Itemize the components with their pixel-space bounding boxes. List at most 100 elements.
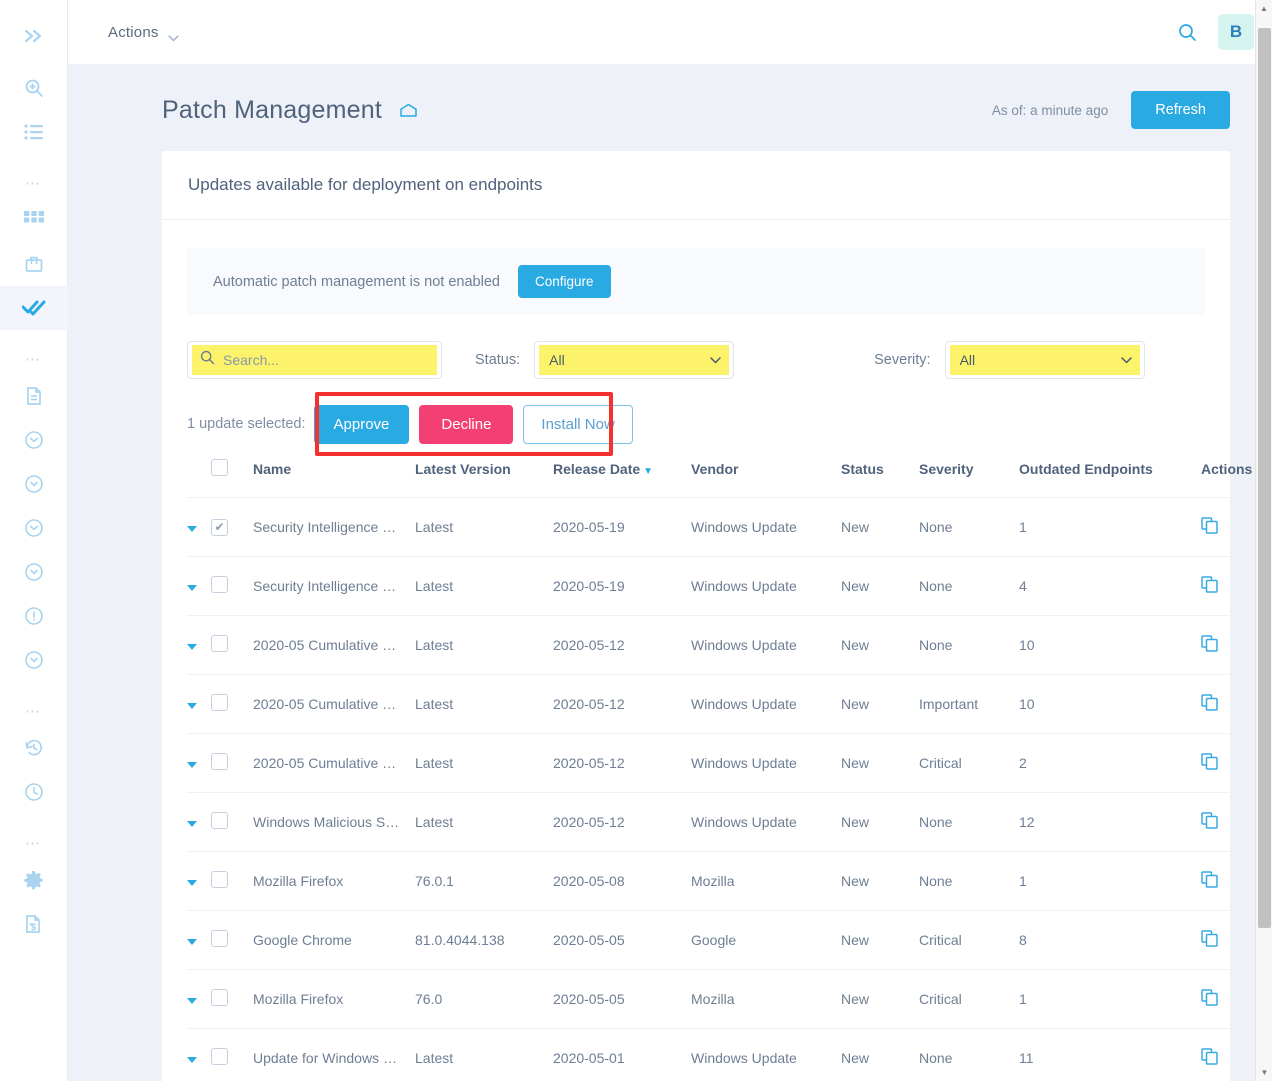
copy-icon[interactable]	[1201, 1048, 1218, 1065]
page-title: Patch Management	[162, 95, 382, 124]
sidebar-item-settings[interactable]	[0, 858, 68, 902]
cell-severity: None	[919, 556, 1019, 616]
row-select-cell[interactable]	[211, 497, 253, 557]
scrollbar-up-arrow[interactable]: ▲	[1256, 0, 1272, 17]
row-checkbox[interactable]	[211, 812, 228, 829]
sidebar-item-history[interactable]	[0, 726, 68, 770]
install-now-button[interactable]: Install Now	[523, 404, 633, 444]
configure-button[interactable]: Configure	[517, 265, 611, 298]
search-icon[interactable]	[1170, 15, 1204, 49]
sidebar-item-billing[interactable]	[0, 902, 68, 946]
sidebar-item-5[interactable]	[0, 638, 68, 682]
row-checkbox[interactable]	[211, 930, 228, 947]
sidebar-item-2[interactable]	[0, 462, 68, 506]
copy-icon[interactable]	[1201, 635, 1218, 652]
copy-icon[interactable]	[1201, 753, 1218, 770]
row-checkbox[interactable]	[211, 871, 228, 888]
sidebar-item-3[interactable]	[0, 506, 68, 550]
caret-down-icon	[187, 821, 197, 827]
cell-status: New	[841, 556, 919, 616]
row-checkbox[interactable]	[211, 753, 228, 770]
sidebar-item-reports[interactable]	[0, 374, 68, 418]
sidebar-item-scheduled[interactable]	[0, 770, 68, 814]
sidebar-item-list[interactable]	[0, 110, 68, 154]
row-select-cell[interactable]	[211, 792, 253, 852]
sidebar-item-expand-collapse[interactable]	[0, 14, 68, 58]
row-expand-toggle[interactable]	[187, 615, 211, 675]
header-version[interactable]: Latest Version	[415, 459, 553, 498]
select-all-checkbox[interactable]	[211, 459, 228, 476]
sidebar-item-1[interactable]	[0, 418, 68, 462]
row-checkbox[interactable]	[211, 1048, 228, 1065]
avatar[interactable]: B	[1218, 14, 1254, 50]
approve-button[interactable]: Approve	[313, 404, 410, 444]
row-expand-toggle[interactable]	[187, 792, 211, 852]
sidebar-separator-4: ⋯	[25, 834, 42, 852]
header-outdated-endpoints[interactable]: Outdated Endpoints	[1019, 459, 1201, 498]
sidebar-item-assets[interactable]	[0, 242, 68, 286]
row-expand-toggle[interactable]	[187, 851, 211, 911]
row-select-cell[interactable]	[211, 910, 253, 970]
header-select-all[interactable]	[211, 459, 253, 498]
header-status[interactable]: Status	[841, 459, 919, 498]
circle-arrow-icon-5	[24, 650, 44, 670]
header-vendor[interactable]: Vendor	[691, 459, 841, 498]
row-expand-toggle[interactable]	[187, 556, 211, 616]
row-checkbox[interactable]	[211, 518, 228, 536]
copy-icon[interactable]	[1201, 694, 1218, 711]
table-row: Security Intelligence …Latest2020-05-19W…	[187, 556, 1272, 616]
sidebar-item-search[interactable]	[0, 66, 68, 110]
severity-select[interactable]: All	[949, 345, 1140, 375]
caret-down-icon	[187, 585, 197, 591]
cell-outdated-endpoints: 1	[1019, 497, 1201, 557]
copy-icon[interactable]	[1201, 812, 1218, 829]
row-expand-toggle[interactable]	[187, 1028, 211, 1081]
search-input[interactable]	[223, 352, 429, 368]
copy-icon[interactable]	[1201, 989, 1218, 1006]
row-expand-toggle[interactable]	[187, 969, 211, 1029]
row-select-cell[interactable]	[211, 733, 253, 793]
row-expand-toggle[interactable]	[187, 733, 211, 793]
row-expand-toggle[interactable]	[187, 674, 211, 734]
copy-icon[interactable]	[1201, 871, 1218, 888]
search-zoom-icon	[24, 78, 44, 98]
decline-button[interactable]: Decline	[419, 404, 514, 444]
row-select-cell[interactable]	[211, 1028, 253, 1081]
row-expand-toggle[interactable]	[187, 497, 211, 557]
row-expand-toggle[interactable]	[187, 910, 211, 970]
refresh-button[interactable]: Refresh	[1131, 91, 1230, 129]
cell-version: 76.0	[415, 969, 553, 1029]
row-select-cell[interactable]	[211, 851, 253, 911]
row-checkbox[interactable]	[211, 694, 228, 711]
actions-menu-button[interactable]: Actions	[108, 24, 179, 41]
cell-release-date: 2020-05-01	[553, 1028, 691, 1081]
scrollbar-thumb[interactable]	[1258, 28, 1271, 928]
circle-arrow-icon-2	[24, 474, 44, 494]
sidebar-item-alerts[interactable]	[0, 594, 68, 638]
row-select-cell[interactable]	[211, 556, 253, 616]
copy-icon[interactable]	[1201, 930, 1218, 947]
header-severity[interactable]: Severity	[919, 459, 1019, 498]
sidebar-item-patch-management[interactable]	[0, 286, 68, 330]
severity-filter-wrapper[interactable]: All	[944, 341, 1145, 379]
row-select-cell[interactable]	[211, 615, 253, 675]
status-filter-wrapper[interactable]: All	[534, 341, 735, 379]
home-icon[interactable]	[399, 103, 418, 118]
row-checkbox[interactable]	[211, 989, 228, 1006]
cell-severity: Critical	[919, 969, 1019, 1029]
search-field-wrapper[interactable]	[187, 341, 442, 379]
copy-icon[interactable]	[1201, 576, 1218, 593]
header-name[interactable]: Name	[253, 459, 415, 498]
row-select-cell[interactable]	[211, 969, 253, 1029]
search-highlight	[192, 345, 437, 375]
copy-icon[interactable]	[1201, 517, 1218, 534]
sidebar-item-4[interactable]	[0, 550, 68, 594]
row-select-cell[interactable]	[211, 674, 253, 734]
row-checkbox[interactable]	[211, 635, 228, 652]
status-select[interactable]: All	[539, 345, 730, 375]
row-checkbox[interactable]	[211, 576, 228, 593]
browser-scrollbar[interactable]: ▲ ▼	[1255, 0, 1272, 1081]
scrollbar-down-arrow[interactable]: ▼	[1256, 1064, 1272, 1081]
header-release-date[interactable]: Release Date ▼	[553, 459, 691, 498]
sidebar-item-dashboard[interactable]	[0, 198, 68, 242]
